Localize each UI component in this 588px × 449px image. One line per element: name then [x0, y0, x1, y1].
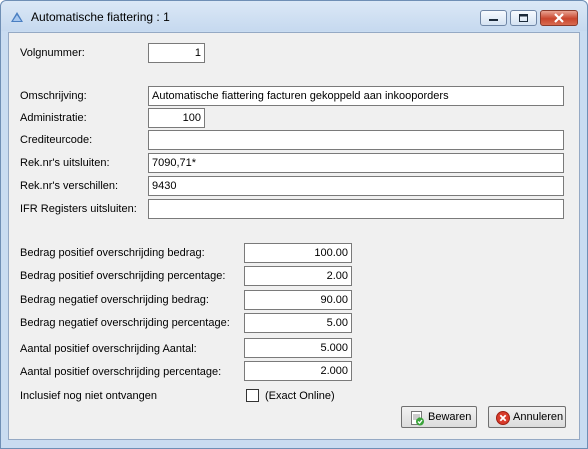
volgnummer-label: Volgnummer: [20, 47, 85, 59]
close-icon [554, 13, 564, 23]
crediteurcode-label: Crediteurcode: [20, 134, 93, 146]
omschrijving-label: Omschrijving: [20, 90, 87, 102]
reknr-uitsluiten-label: Rek.nr's uitsluiten: [20, 157, 110, 169]
window-title: Automatische fiattering : 1 [31, 10, 170, 24]
aantal-pos-perc-field[interactable]: 2.000 [244, 361, 352, 381]
bedrag-neg-perc-label: Bedrag negatief overschrijding percentag… [20, 317, 230, 329]
inclusief-label: Inclusief nog niet ontvangen [20, 390, 157, 402]
bedrag-pos-bedrag-field[interactable]: 100.00 [244, 243, 352, 263]
maximize-button[interactable] [510, 10, 537, 26]
crediteurcode-field[interactable] [148, 130, 564, 150]
omschrijving-field[interactable]: Automatische fiattering facturen gekoppe… [148, 86, 564, 106]
cancel-button[interactable]: Annuleren [488, 406, 566, 428]
save-button[interactable]: Bewaren [401, 406, 477, 428]
administratie-label: Administratie: [20, 112, 87, 124]
bedrag-neg-perc-field[interactable]: 5.00 [244, 313, 352, 333]
cancel-icon [496, 411, 510, 425]
bedrag-neg-bedrag-label: Bedrag negatief overschrijding bedrag: [20, 294, 209, 306]
bedrag-pos-bedrag-label: Bedrag positief overschrijding bedrag: [20, 247, 205, 259]
bedrag-pos-perc-field[interactable]: 2.00 [244, 266, 352, 286]
ifr-registers-field[interactable] [148, 199, 564, 219]
window: Automatische fiattering : 1 Volgnummer: … [0, 0, 588, 449]
close-button[interactable] [540, 10, 578, 26]
aantal-pos-perc-label: Aantal positief overschrijding percentag… [20, 366, 222, 378]
save-icon [411, 411, 424, 426]
cancel-button-label: Annuleren [513, 411, 564, 423]
inclusief-checkbox[interactable] [246, 389, 259, 402]
save-button-label: Bewaren [428, 411, 472, 423]
bedrag-neg-bedrag-field[interactable]: 90.00 [244, 290, 352, 310]
volgnummer-field[interactable]: 1 [148, 43, 205, 63]
reknr-verschillen-field[interactable]: 9430 [148, 176, 564, 196]
app-icon [11, 12, 23, 22]
title-bar: Automatische fiattering : 1 [1, 1, 587, 31]
administratie-field[interactable]: 100 [148, 108, 205, 128]
minimize-button[interactable] [480, 10, 507, 26]
form-panel: Volgnummer: 1 Omschrijving: Automatische… [8, 32, 580, 440]
minimize-icon [489, 19, 498, 21]
ifr-registers-label: IFR Registers uitsluiten: [20, 203, 137, 215]
reknr-uitsluiten-field[interactable]: 7090,71* [148, 153, 564, 173]
maximize-icon [519, 14, 528, 22]
bedrag-pos-perc-label: Bedrag positief overschrijding percentag… [20, 270, 226, 282]
inclusief-checkbox-label: (Exact Online) [265, 390, 335, 402]
reknr-verschillen-label: Rek.nr's verschillen: [20, 180, 119, 192]
aantal-pos-aantal-field[interactable]: 5.000 [244, 338, 352, 358]
aantal-pos-aantal-label: Aantal positief overschrijding Aantal: [20, 343, 197, 355]
